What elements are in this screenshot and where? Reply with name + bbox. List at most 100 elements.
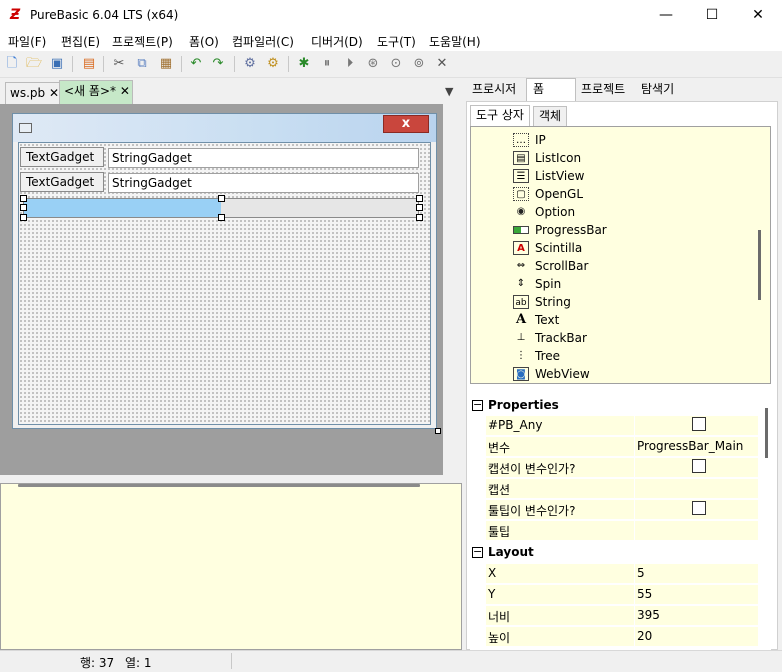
property-row[interactable]: 캡션이 변수인가? — [486, 458, 758, 478]
resize-handle[interactable] — [416, 195, 423, 202]
string-gadget-2[interactable]: StringGadget — [108, 173, 419, 193]
form-close-button[interactable]: x — [383, 115, 429, 133]
progressbar-icon: ▭ — [513, 226, 529, 234]
checkbox[interactable] — [692, 459, 706, 473]
menu-tools[interactable]: 도구(T) — [377, 33, 416, 50]
step-over-icon[interactable]: ⊙ — [387, 55, 405, 73]
property-value[interactable]: 20 — [637, 629, 652, 643]
close-button[interactable]: ✕ — [735, 0, 781, 31]
layout-section-header[interactable]: − Layout — [470, 543, 760, 563]
property-value[interactable]: ProgressBar_Main — [637, 439, 743, 453]
menu-help[interactable]: 도움말(H) — [429, 33, 481, 50]
tool-label: Text — [535, 313, 560, 327]
copy-icon[interactable]: ⧉ — [133, 55, 151, 73]
cut-icon[interactable]: ✂ — [110, 55, 128, 73]
property-row[interactable]: X5 — [486, 564, 758, 584]
checkbox[interactable] — [692, 417, 706, 431]
tab-new-form[interactable]: <새 폼>* ✕ — [59, 80, 133, 104]
step-out-icon[interactable]: ⊚ — [410, 55, 428, 73]
resize-handle[interactable] — [218, 214, 225, 221]
resize-handle[interactable] — [20, 204, 27, 211]
status-bar: 행: 37 열: 1 — [0, 650, 782, 672]
properties-scrollbar[interactable] — [765, 408, 768, 458]
toolbox-scrollbar[interactable] — [758, 230, 761, 300]
output-panel[interactable] — [0, 483, 462, 650]
continue-icon[interactable]: ⏵ — [341, 55, 359, 73]
property-row[interactable]: Y 55 — [486, 585, 758, 605]
horizontal-scrollbar[interactable] — [18, 484, 420, 487]
property-row[interactable]: #PB_Any — [486, 416, 758, 436]
tab-project[interactable]: 프로젝트 — [578, 79, 628, 101]
settings-gear-icon[interactable]: ⚙ — [264, 55, 282, 73]
tool-label: OpenGL — [535, 187, 584, 201]
open-folder-icon[interactable]: 🗁 — [25, 55, 43, 73]
column-divider — [634, 500, 635, 520]
tool-label: WebView — [535, 367, 590, 381]
column-divider — [634, 437, 635, 457]
property-value[interactable]: 5 — [637, 566, 645, 580]
tab-toolbox[interactable]: 도구 상자 — [470, 105, 530, 127]
step-icon[interactable]: ⊛ — [364, 55, 382, 73]
property-row[interactable]: 변수 ProgressBar_Main — [486, 437, 758, 457]
text-gadget-2[interactable]: TextGadget — [20, 172, 104, 192]
undo-icon[interactable]: ↶ — [187, 55, 205, 73]
menu-edit[interactable]: 편집(E) — [61, 33, 100, 50]
toolbar-separator — [288, 56, 289, 72]
collapse-icon[interactable]: − — [472, 399, 483, 411]
tab-explorer[interactable]: 탐색기 — [638, 79, 677, 101]
column-divider — [634, 521, 635, 541]
property-row[interactable]: 캡션 — [486, 479, 758, 499]
kill-program-icon[interactable]: ✕ — [433, 55, 451, 73]
resize-handle[interactable] — [416, 214, 423, 221]
property-row[interactable]: 높이 20 — [486, 627, 758, 647]
tab-ws-pb[interactable]: ws.pb ✕ — [5, 82, 60, 104]
tool-label: TrackBar — [535, 331, 587, 345]
status-divider — [231, 653, 232, 669]
menu-debugger[interactable]: 디버거(D) — [311, 33, 363, 50]
property-value[interactable]: 55 — [637, 587, 652, 601]
property-name: 캡션 — [488, 483, 511, 497]
menu-project[interactable]: 프로젝트(P) — [112, 33, 173, 50]
properties-section-header[interactable]: − Properties — [470, 396, 760, 416]
menu-file[interactable]: 파일(F) — [8, 33, 46, 50]
scrollbar-icon: ⇔ — [516, 260, 526, 271]
property-name: X — [488, 566, 497, 580]
close-icon[interactable]: ✕ — [49, 86, 59, 100]
print-icon[interactable]: ▤ — [80, 55, 98, 73]
column-divider — [634, 564, 635, 584]
tab-objects[interactable]: 객체 — [533, 106, 568, 126]
menu-form[interactable]: 폼(O) — [189, 33, 219, 50]
string-gadget-1[interactable]: StringGadget — [108, 148, 419, 168]
property-row[interactable]: 툴팁이 변수인가? — [486, 500, 758, 520]
tab-procedures[interactable]: 프로시저 — [469, 79, 519, 101]
checkbox[interactable] — [692, 501, 706, 515]
maximize-button[interactable]: ☐ — [689, 0, 735, 31]
resize-handle[interactable] — [20, 214, 27, 221]
menu-compiler[interactable]: 컴파일러(C) — [232, 33, 294, 50]
collapse-icon[interactable]: − — [472, 546, 483, 558]
toolbox-list[interactable]: … IP ▤ ListIcon ☰ ListView ▢ OpenGL ◉ Option … — [470, 126, 771, 384]
text-gadget-1[interactable]: TextGadget — [20, 147, 104, 167]
minimize-button[interactable]: — — [643, 0, 689, 31]
property-row[interactable]: 너비 395 — [486, 606, 758, 626]
chevron-down-icon[interactable]: ▼ — [445, 85, 453, 98]
resize-handle[interactable] — [416, 204, 423, 211]
resize-handle[interactable] — [20, 195, 27, 202]
property-value[interactable]: 395 — [637, 608, 660, 622]
purebasic-logo-icon: Ƶ — [10, 7, 21, 23]
property-name: #PB_Any — [488, 418, 543, 432]
new-file-icon[interactable]: 🗋 — [3, 55, 21, 73]
form-resize-handle[interactable] — [435, 428, 441, 434]
column-divider — [634, 585, 635, 605]
debugger-bug-icon[interactable]: ✱ — [295, 55, 313, 73]
save-icon[interactable]: ▣ — [48, 55, 66, 73]
compile-gear-icon[interactable]: ⚙ — [241, 55, 259, 73]
form-caption-bar[interactable] — [13, 114, 436, 142]
pause-icon[interactable]: ⏸ — [318, 55, 336, 73]
property-row[interactable]: 툴팁 — [486, 521, 758, 541]
redo-icon[interactable]: ↷ — [209, 55, 227, 73]
tab-form[interactable]: 폼 — [526, 78, 576, 102]
close-icon[interactable]: ✕ — [120, 84, 130, 98]
paste-icon[interactable]: ▦ — [157, 55, 175, 73]
resize-handle[interactable] — [218, 195, 225, 202]
